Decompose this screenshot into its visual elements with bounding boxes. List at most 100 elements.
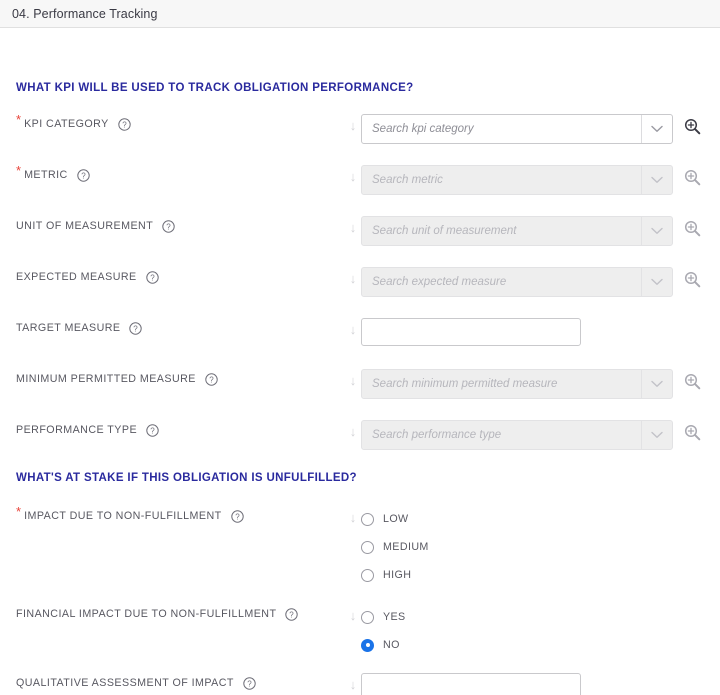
help-circle-icon[interactable]: ? (117, 117, 131, 131)
chevron-down-icon (642, 227, 672, 235)
help-circle-icon[interactable]: ? (230, 509, 244, 523)
required-asterisk: * (16, 163, 22, 178)
select-placeholder-kpi-category: Search kpi category (372, 123, 474, 135)
enter-arrow-icon: ↓ (349, 118, 357, 133)
radio-button-unselected[interactable] (361, 540, 374, 554)
form-row-target-measure: TARGET MEASURE? ↓ (0, 318, 720, 346)
radio-option-financial-impact-due-to-non-fulfillment-no[interactable]: NO (361, 632, 406, 658)
label-cell-metric: * METRIC? (0, 163, 345, 185)
select-kpi-category[interactable]: Search kpi category (361, 114, 673, 144)
form-row-financial-impact-due-to-non-fulfillment: FINANCIAL IMPACT DUE TO NON-FULFILLMENT?… (0, 604, 720, 658)
label-cell-qualitative-assessment-of-impact: QUALITATIVE ASSESSMENT OF IMPACT? (0, 673, 345, 693)
radio-option-impact-due-to-non-fulfillment-medium[interactable]: MEDIUM (361, 534, 429, 560)
radio-group-impact-due-to-non-fulfillment: LOW MEDIUM HIGH (361, 506, 429, 588)
radio-label: NO (383, 639, 400, 651)
chevron-down-icon[interactable] (642, 125, 672, 133)
required-asterisk: * (16, 112, 22, 127)
radio-label: MEDIUM (383, 541, 429, 553)
chevron-down-icon (642, 278, 672, 286)
help-circle-icon[interactable]: ? (77, 168, 90, 182)
zoom-in-magnifier-icon[interactable] (684, 271, 701, 288)
chevron-down-icon (642, 176, 672, 184)
radio-label: HIGH (383, 569, 412, 581)
enter-arrow-icon: ↓ (349, 220, 357, 235)
zoom-in-magnifier-icon[interactable] (684, 169, 701, 186)
enter-arrow-icon: ↓ (349, 169, 357, 184)
select-placeholder-performance-type: Search performance type (372, 429, 502, 441)
label-cell-impact-due-to-non-fulfillment: * IMPACT DUE TO NON-FULFILLMENT? (0, 504, 345, 526)
radio-button-unselected[interactable] (361, 568, 374, 582)
label-cell-target-measure: TARGET MEASURE? (0, 318, 345, 338)
form-row-performance-type: PERFORMANCE TYPE? ↓ Search performance typ… (0, 420, 720, 450)
help-circle-icon[interactable]: ? (162, 219, 175, 233)
svg-text:?: ? (81, 171, 86, 180)
zoom-in-magnifier-icon[interactable] (684, 373, 701, 390)
help-circle-icon[interactable]: ? (285, 607, 299, 621)
control-cell-minimum-permitted-measure: ↓ Search minimum permitted measure (345, 369, 720, 399)
page-title: 04. Performance Tracking (12, 6, 158, 21)
field-label-unit-of-measurement: UNIT OF MEASUREMENT (16, 220, 154, 232)
select-performance-type: Search performance type (361, 420, 673, 450)
label-cell-minimum-permitted-measure: MINIMUM PERMITTED MEASURE? (0, 369, 345, 389)
radio-option-impact-due-to-non-fulfillment-low[interactable]: LOW (361, 506, 429, 532)
field-label-minimum-permitted-measure: MINIMUM PERMITTED MEASURE (16, 373, 196, 385)
control-cell-expected-measure: ↓ Search expected measure (345, 267, 720, 297)
control-cell-impact-due-to-non-fulfillment: ↓ LOW MEDIUM HIGH (345, 506, 720, 588)
field-label-target-measure: TARGET MEASURE (16, 322, 121, 334)
chevron-down-icon (642, 431, 672, 439)
radio-option-financial-impact-due-to-non-fulfillment-yes[interactable]: YES (361, 604, 406, 630)
zoom-in-magnifier-icon[interactable] (684, 424, 701, 441)
radio-button-unselected[interactable] (361, 512, 374, 526)
radio-button-selected[interactable] (361, 638, 374, 652)
help-circle-icon[interactable]: ? (243, 676, 256, 690)
select-placeholder-unit-of-measurement: Search unit of measurement (372, 225, 517, 237)
zoom-in-magnifier-icon[interactable] (684, 118, 701, 135)
form-row-kpi-category: * KPI CATEGORY? ↓ Search kpi category (0, 112, 720, 144)
label-cell-financial-impact-due-to-non-fulfillment: FINANCIAL IMPACT DUE TO NON-FULFILLMENT? (0, 604, 345, 624)
radio-group-financial-impact-due-to-non-fulfillment: YES NO (361, 604, 406, 658)
label-cell-performance-type: PERFORMANCE TYPE? (0, 420, 345, 440)
select-placeholder-minimum-permitted-measure: Search minimum permitted measure (372, 378, 558, 390)
enter-arrow-icon: ↓ (349, 322, 357, 337)
radio-label: LOW (383, 513, 409, 525)
control-cell-kpi-category: ↓ Search kpi category (345, 114, 720, 144)
form-row-minimum-permitted-measure: MINIMUM PERMITTED MEASURE? ↓ Search minimu… (0, 369, 720, 399)
help-circle-icon[interactable]: ? (145, 270, 159, 284)
select-metric: Search metric (361, 165, 673, 195)
svg-text:?: ? (150, 426, 155, 435)
field-label-performance-type: PERFORMANCE TYPE (16, 424, 138, 436)
enter-arrow-icon: ↓ (349, 373, 357, 388)
svg-text:?: ? (209, 375, 214, 384)
svg-text:?: ? (150, 273, 155, 282)
field-label-kpi-category: KPI CATEGORY (24, 118, 109, 130)
select-minimum-permitted-measure: Search minimum permitted measure (361, 369, 673, 399)
radio-option-impact-due-to-non-fulfillment-high[interactable]: HIGH (361, 562, 429, 588)
enter-arrow-icon: ↓ (349, 271, 357, 286)
text-input-qualitative-assessment-of-impact[interactable] (361, 673, 581, 695)
control-cell-metric: ↓ Search metric (345, 165, 720, 195)
label-cell-unit-of-measurement: UNIT OF MEASUREMENT? (0, 216, 345, 236)
svg-text:?: ? (290, 610, 295, 619)
help-circle-icon[interactable]: ? (129, 321, 143, 335)
text-input-target-measure[interactable] (361, 318, 581, 346)
svg-text:?: ? (247, 679, 252, 688)
field-label-financial-impact-due-to-non-fulfillment: FINANCIAL IMPACT DUE TO NON-FULFILLMENT (16, 608, 277, 620)
help-circle-icon[interactable]: ? (205, 372, 218, 386)
form-row-metric: * METRIC? ↓ Search metric (0, 163, 720, 195)
section-header: 04. Performance Tracking (0, 0, 720, 28)
enter-arrow-icon: ↓ (349, 608, 357, 623)
field-label-impact-due-to-non-fulfillment: IMPACT DUE TO NON-FULFILLMENT (24, 510, 222, 522)
zoom-in-magnifier-icon[interactable] (684, 220, 701, 237)
chevron-down-icon (642, 380, 672, 388)
select-expected-measure: Search expected measure (361, 267, 673, 297)
select-placeholder-expected-measure: Search expected measure (372, 276, 507, 288)
radio-button-unselected[interactable] (361, 610, 374, 624)
control-cell-unit-of-measurement: ↓ Search unit of measurement (345, 216, 720, 246)
field-label-qualitative-assessment-of-impact: QUALITATIVE ASSESSMENT OF IMPACT (16, 677, 234, 689)
control-cell-financial-impact-due-to-non-fulfillment: ↓ YES NO (345, 604, 720, 658)
required-asterisk: * (16, 504, 22, 519)
select-unit-of-measurement: Search unit of measurement (361, 216, 673, 246)
svg-text:?: ? (235, 512, 240, 521)
help-circle-icon[interactable]: ? (146, 423, 159, 437)
form-row-qualitative-assessment-of-impact: QUALITATIVE ASSESSMENT OF IMPACT? ↓ (0, 673, 720, 695)
